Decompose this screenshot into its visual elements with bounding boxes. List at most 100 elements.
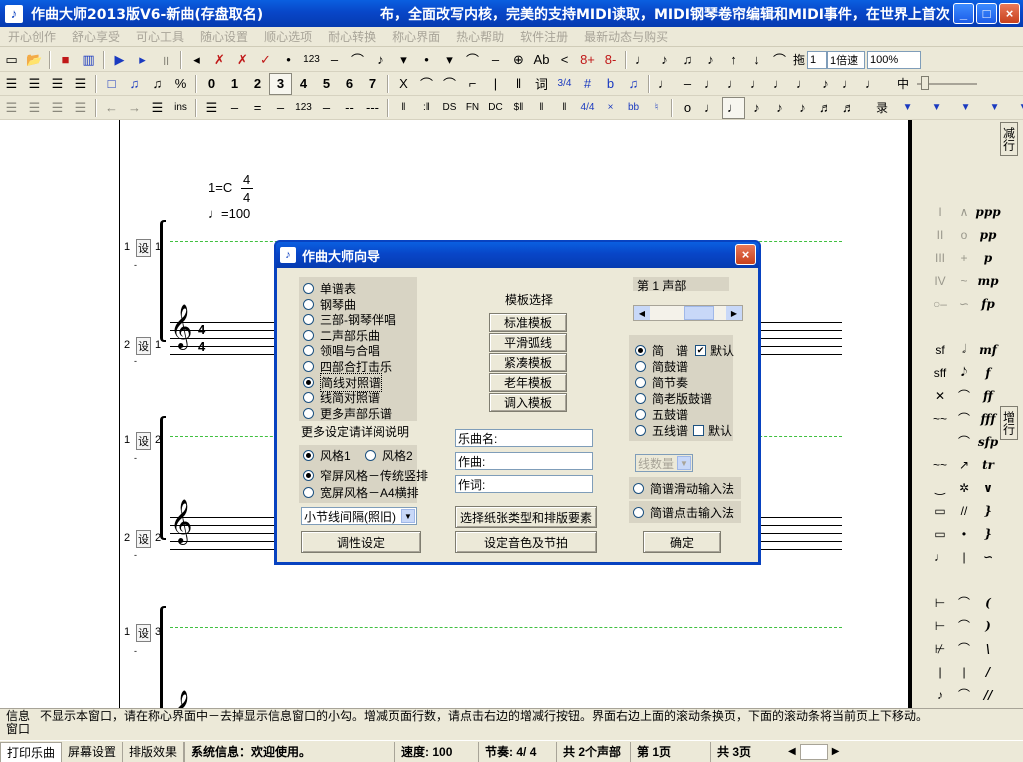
style2-radio[interactable]: 风格2 xyxy=(365,448,413,463)
palette-symbol-button[interactable]: ⌒ xyxy=(952,407,976,430)
toolbar-tool-button[interactable]: ✓ xyxy=(254,49,277,71)
digit-button-3[interactable]: 3 xyxy=(269,72,292,95)
default-checkbox-2[interactable]: 默认 xyxy=(689,423,732,438)
edit-tool-button[interactable]: --- xyxy=(361,97,384,119)
timbre-beat-button[interactable]: 设定音色及节拍 xyxy=(455,531,597,553)
symbol-button[interactable]: ⌒ xyxy=(438,73,461,95)
template-button[interactable]: 调入模板 xyxy=(489,393,567,412)
scroll-left-icon[interactable]: ◀ xyxy=(634,306,650,320)
horizontal-scroll-thumb[interactable] xyxy=(799,743,828,760)
edit-tool-button[interactable]: ← xyxy=(100,97,123,119)
layout-tool-button[interactable]: % xyxy=(169,73,192,95)
slider-knob[interactable] xyxy=(921,75,930,90)
note-shape-button[interactable]: ♩ xyxy=(722,96,745,119)
palette-symbol-button[interactable]: pp xyxy=(976,223,1000,246)
drag-input[interactable]: 1 xyxy=(807,50,828,69)
palette-symbol-button[interactable]: ∽ xyxy=(952,292,976,315)
palette-symbol-button[interactable]: ↗ xyxy=(952,453,976,476)
duration-button[interactable]: – xyxy=(676,73,699,95)
palette-symbol-button[interactable]: fp xyxy=(976,292,1000,315)
slide-input-radio[interactable]: 简谱滑动输入法 xyxy=(633,481,734,496)
score-type-radio[interactable]: 领唱与合唱 xyxy=(303,343,380,358)
minimize-button[interactable]: _ xyxy=(953,3,974,24)
menu-item[interactable]: 最新动态与购买 xyxy=(576,28,676,45)
dialog-close-button[interactable]: × xyxy=(735,244,756,265)
edit-tool-button[interactable]: ins xyxy=(169,97,192,119)
duration-button[interactable]: ♪ xyxy=(814,73,837,95)
default-checkbox-1[interactable]: ✔ 默认 xyxy=(691,343,734,358)
note-shape-button[interactable]: ♬ xyxy=(837,97,860,119)
duration-button[interactable]: ♩ xyxy=(699,73,722,95)
barline-button[interactable]: ‖ xyxy=(392,97,415,119)
palette-symbol-button[interactable] xyxy=(976,315,1000,338)
palette-symbol-button[interactable]: ⌒ xyxy=(952,637,976,660)
pause-icon[interactable]: ॥ xyxy=(154,49,177,71)
zoom-select[interactable]: 100% xyxy=(867,50,922,69)
palette-symbol-button[interactable]: } xyxy=(976,499,1000,522)
score-type-radio[interactable]: 钢琴曲 xyxy=(303,297,356,312)
tab-screen-settings[interactable]: 屏幕设置 xyxy=(62,741,124,762)
chevron-down-icon[interactable]: ▼ xyxy=(401,509,415,523)
line-count-select[interactable]: 线数量 ▼ xyxy=(635,454,693,472)
toolbar-tool-button[interactable]: ⌒ xyxy=(461,49,484,71)
palette-symbol-button[interactable]: ∧ xyxy=(952,200,976,223)
digit-button-2[interactable]: 2 xyxy=(246,73,269,95)
palette-symbol-button[interactable]: ( xyxy=(976,591,1000,614)
digit-button-6[interactable]: 6 xyxy=(338,73,361,95)
toolbar-tool-button[interactable]: 123 xyxy=(300,49,323,71)
palette-symbol-button[interactable]: ▭ xyxy=(928,522,952,545)
digit-button-4[interactable]: 4 xyxy=(292,73,315,95)
palette-symbol-button[interactable]: | xyxy=(952,660,976,683)
note-shape-button[interactable]: ♩ xyxy=(699,97,722,119)
edit-tool-button[interactable]: = xyxy=(246,97,269,119)
key-signature[interactable]: 1=C xyxy=(208,180,232,195)
edit-tool-button[interactable]: ☰ xyxy=(23,97,46,119)
time-signature-bottom[interactable]: 4 xyxy=(243,190,250,205)
edit-tool-button[interactable]: – xyxy=(223,97,246,119)
menu-item[interactable]: 耐心转换 xyxy=(320,28,384,45)
maximize-button[interactable]: □ xyxy=(976,3,997,24)
palette-symbol-button[interactable]: ~~ xyxy=(928,407,952,430)
score-type-radio[interactable]: 线简对照谱 xyxy=(303,390,380,405)
notation-type-radio[interactable]: 简老版鼓谱 xyxy=(635,391,712,406)
duration-button[interactable]: ♩ xyxy=(791,73,814,95)
palette-symbol-button[interactable]: / xyxy=(976,660,1000,683)
chevron-down-icon[interactable]: ▼ xyxy=(1012,97,1023,119)
menu-item[interactable]: 热心帮助 xyxy=(448,28,512,45)
palette-symbol-button[interactable]: sff xyxy=(928,361,952,384)
note-shape-button[interactable]: ♪ xyxy=(768,97,791,119)
palette-symbol-button[interactable]: o xyxy=(952,223,976,246)
symbol-button[interactable]: # xyxy=(576,73,599,95)
symbol-button[interactable]: | xyxy=(484,73,507,95)
symbol-button[interactable]: X xyxy=(392,73,415,95)
layout-tool-button[interactable]: ☰ xyxy=(46,73,69,95)
barline-button[interactable]: ‖ xyxy=(530,97,553,119)
layout-tool-button[interactable]: □ xyxy=(100,73,123,95)
duration-button[interactable]: ♩ xyxy=(768,73,791,95)
palette-symbol-button[interactable]: mp xyxy=(976,269,1000,292)
chevron-down-icon[interactable]: ▼ xyxy=(983,97,1006,119)
note-value-button[interactable]: ♫ xyxy=(676,49,699,71)
palette-symbol-button[interactable]: ∽ xyxy=(976,545,1000,568)
palette-symbol-button[interactable]: ~ xyxy=(952,269,976,292)
palette-symbol-button[interactable]: ⊬ xyxy=(928,637,952,660)
toolbar-tool-button[interactable]: ◂ xyxy=(185,49,208,71)
layout-tool-button[interactable]: ♫ xyxy=(123,73,146,95)
toolbar-tool-button[interactable]: 8- xyxy=(599,49,622,71)
toolbar-tool-button[interactable]: – xyxy=(484,49,507,71)
palette-symbol-button[interactable]: p xyxy=(976,246,1000,269)
palette-symbol-button[interactable]: // xyxy=(952,499,976,522)
palette-symbol-button[interactable]: ⌒ xyxy=(952,384,976,407)
note-shape-button[interactable]: ♪ xyxy=(791,97,814,119)
barline-button[interactable]: bb xyxy=(622,97,645,119)
row-settings-button[interactable]: 设 xyxy=(136,337,151,355)
toolbar-tool-button[interactable]: • xyxy=(277,49,300,71)
palette-symbol-button[interactable]: ✲ xyxy=(952,476,976,499)
digit-button-5[interactable]: 5 xyxy=(315,73,338,95)
palette-symbol-button[interactable]: } xyxy=(976,522,1000,545)
palette-symbol-button[interactable]: ▭ xyxy=(928,499,952,522)
menu-item[interactable]: 舒心享受 xyxy=(64,28,128,45)
barline-button[interactable]: 4/4 xyxy=(576,97,599,119)
palette-symbol-button[interactable]: ✕ xyxy=(928,384,952,407)
palette-symbol-button[interactable]: 𝅗𝅥 xyxy=(952,338,976,361)
